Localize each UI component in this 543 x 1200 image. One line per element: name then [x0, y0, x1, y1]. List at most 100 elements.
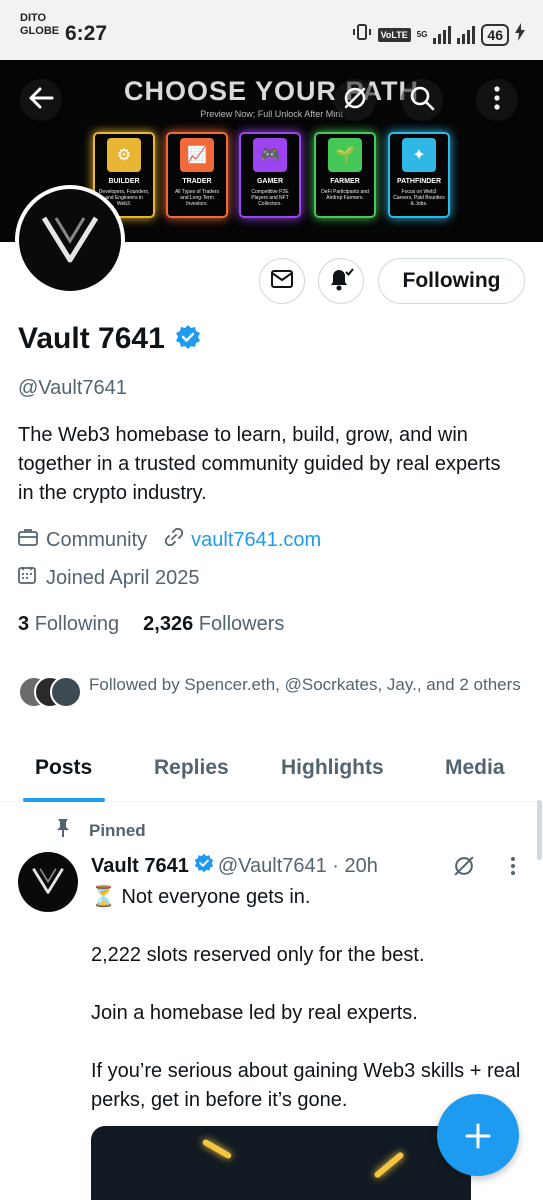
volte-badge: VoLTE	[377, 27, 411, 42]
signal-icon-2	[457, 25, 476, 44]
grok-icon	[452, 856, 476, 882]
followers-label: Followers	[198, 613, 285, 635]
profile-category: Community	[46, 528, 148, 551]
followed-by-text: Followed by Spencer.eth, @Socrkates, Jay…	[89, 675, 521, 694]
profile-name-row: Vault 7641	[18, 322, 201, 356]
post-header: Vault 7641 @Vault7641 · 20h	[91, 853, 378, 879]
envelope-icon	[270, 269, 294, 294]
bell-check-icon	[327, 266, 355, 297]
link-icon	[165, 527, 184, 552]
follower-avatars	[18, 672, 84, 712]
gamepad-icon: 🎮	[253, 138, 287, 172]
post-author-name[interactable]: Vault 7641	[91, 855, 189, 878]
status-bar: DITO GLOBE 6:27 VoLTE 5G 46	[0, 0, 543, 60]
post-media-image[interactable]	[91, 1126, 471, 1200]
more-options-button[interactable]	[476, 79, 518, 121]
builder-icon: ⚙	[107, 138, 141, 172]
notifications-button[interactable]	[318, 258, 364, 304]
banner-card-farmer: 🌱 FARMER DeFi Participants and Airdrop F…	[314, 132, 376, 218]
search-icon	[409, 85, 435, 116]
post-grok-button[interactable]	[452, 854, 476, 883]
follow-counts: 3 Following 2,326 Followers	[18, 613, 284, 636]
network-type: 5G	[416, 30, 428, 39]
status-icons: VoLTE 5G 46	[352, 22, 525, 47]
post-meta: @Vault7641 · 20h	[217, 854, 378, 877]
banner-subtitle: Preview Now; Full Unlock After Mint	[200, 109, 343, 119]
carrier-line-2: GLOBE	[20, 25, 60, 37]
verified-badge-icon	[194, 853, 214, 879]
plus-icon	[465, 1110, 491, 1160]
vault-logo-icon	[30, 864, 66, 901]
profile-website-link[interactable]: vault7641.com	[191, 529, 321, 552]
clock: 6:27	[65, 22, 108, 45]
carrier-line-1: DITO	[20, 12, 47, 24]
pinned-label-row: Pinned	[55, 818, 146, 843]
profile-name: Vault 7641	[18, 322, 165, 355]
carrier-label: DITO GLOBE	[20, 12, 59, 38]
card-desc: Competitive P2E Players and NFT Collecto…	[251, 189, 289, 207]
vault-logo-icon	[38, 210, 102, 271]
card-name: FARMER	[330, 178, 360, 185]
active-tab-indicator	[23, 798, 105, 802]
grok-button[interactable]	[334, 79, 376, 121]
tab-replies[interactable]: Replies	[154, 756, 229, 780]
pin-icon	[55, 818, 71, 843]
card-name: TRADER	[182, 178, 212, 185]
battery-icon: 46	[481, 23, 509, 46]
card-name: BUILDER	[108, 178, 140, 185]
card-desc: DeFi Participants and Airdrop Farmers.	[321, 189, 369, 201]
briefcase-icon	[18, 528, 38, 552]
card-desc: All Types of Traders and Long-Term Inves…	[174, 189, 220, 207]
scrollbar[interactable]	[537, 800, 542, 860]
profile-handle: @Vault7641	[18, 377, 127, 399]
chart-icon: 📈	[180, 138, 214, 172]
banner-card-gamer: 🎮 GAMER Competitive P2E Players and NFT …	[239, 132, 301, 218]
tab-media[interactable]: Media	[445, 756, 505, 780]
post-line: ⏳ Not everyone gets in.	[91, 886, 311, 908]
post-author-avatar[interactable]	[18, 852, 78, 912]
pinned-label: Pinned	[89, 820, 146, 840]
profile-meta-row: Community vault7641.com	[18, 527, 321, 552]
post-line: 2,222 slots reserved only for the best.	[91, 944, 425, 966]
charging-icon	[515, 23, 525, 46]
banner-card-pathfinder: ✦ PATHFINDER Focus on Web3 Careers, Paid…	[388, 132, 450, 218]
followers-count-link[interactable]: 2,326 Followers	[143, 613, 284, 636]
verified-badge-icon[interactable]	[175, 324, 201, 355]
tab-posts[interactable]: Posts	[35, 756, 92, 780]
profile-bio: The Web3 homebase to learn, build, grow,…	[18, 424, 501, 504]
kebab-menu-icon	[494, 85, 500, 115]
profile-avatar[interactable]	[15, 185, 125, 295]
post-more-button[interactable]	[510, 856, 516, 881]
grok-icon	[342, 85, 368, 116]
message-button[interactable]	[259, 258, 305, 304]
followers-count: 2,326	[143, 613, 194, 635]
post-line: Join a homebase led by real experts.	[91, 1002, 418, 1024]
tab-highlights[interactable]: Highlights	[281, 756, 384, 780]
media-light-streak	[373, 1151, 405, 1179]
followed-by-row[interactable]: Followed by Spencer.eth, @Socrkates, Jay…	[18, 672, 529, 712]
banner-title: CHOOSE YOUR PATH	[123, 76, 420, 106]
following-button[interactable]: Following	[378, 258, 525, 304]
compose-post-button[interactable]	[437, 1094, 519, 1176]
kebab-menu-icon	[510, 857, 516, 880]
search-button[interactable]	[401, 79, 443, 121]
following-count-link[interactable]: 3 Following	[18, 613, 119, 636]
sprout-icon: 🌱	[328, 138, 362, 172]
card-name: GAMER	[256, 178, 284, 185]
banner-card-trader: 📈 TRADER All Types of Traders and Long-T…	[166, 132, 228, 218]
profile-tabs: Posts Replies Highlights Media	[0, 748, 543, 802]
back-button[interactable]	[20, 79, 62, 121]
signal-icon-1	[433, 25, 452, 44]
compass-icon: ✦	[402, 138, 436, 172]
avatar	[50, 676, 82, 708]
following-label: Following	[34, 613, 120, 635]
profile-joined-row: Joined April 2025	[18, 566, 199, 590]
card-name: PATHFINDER	[396, 178, 442, 185]
following-count: 3	[18, 613, 30, 635]
back-arrow-icon	[28, 87, 54, 114]
media-light-streak	[201, 1138, 233, 1160]
calendar-icon	[18, 566, 36, 590]
profile-joined-date: Joined April 2025	[46, 566, 200, 589]
card-desc: Focus on Web3 Careers, Paid Bounties & J…	[393, 189, 445, 207]
vibrate-icon	[352, 22, 372, 47]
